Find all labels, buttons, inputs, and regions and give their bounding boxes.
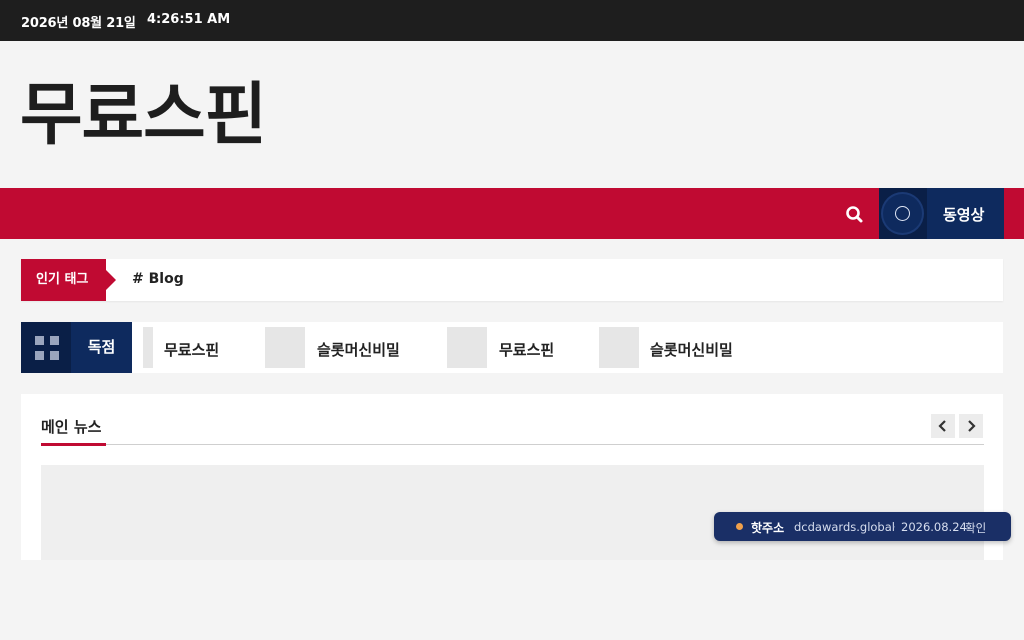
slider-next-button[interactable]	[959, 414, 983, 438]
video-button[interactable]: 동영상	[879, 188, 1004, 239]
toast-domain: dcdawards.global	[794, 520, 895, 534]
video-label: 동영상	[943, 206, 985, 224]
site-title[interactable]: 무료스핀	[20, 76, 267, 156]
toast-confirm-link[interactable]: 확인	[965, 520, 986, 536]
section-title-underline	[41, 443, 106, 446]
top-bar: 2026년 08월 21일 4:26:51 AM	[0, 0, 1024, 41]
circle-icon-inner	[895, 206, 910, 221]
chevron-right-icon	[968, 420, 976, 432]
search-button[interactable]	[840, 201, 868, 227]
status-dot	[736, 523, 743, 530]
grid-icon	[35, 336, 59, 360]
exclusive-item-label: 슬롯머신비밀	[650, 341, 733, 359]
search-icon	[846, 206, 863, 223]
toast-separator: ·	[892, 520, 896, 534]
toast-date: 2026.08.24	[901, 520, 967, 534]
exclusive-label: 독점	[71, 322, 132, 373]
current-time: 4:26:51 AM	[147, 12, 231, 27]
exclusive-item[interactable]: 무료스핀	[143, 327, 253, 368]
exclusive-icon-box	[21, 322, 71, 373]
exclusive-item-label: 무료스핀	[499, 341, 555, 359]
popular-tags-bar: 인기 태그 # Blog	[21, 259, 1003, 301]
exclusive-item-label: 슬롯머신비밀	[317, 341, 400, 359]
thumbnail	[599, 327, 639, 368]
popular-tags-label: 인기 태그	[21, 259, 116, 301]
thumbnail	[143, 327, 153, 368]
thumbnail	[265, 327, 305, 368]
hot-address-toast[interactable]: 핫주소 dcdawards.global · 2026.08.24 확인	[714, 512, 1011, 541]
exclusive-item[interactable]: 무료스핀	[447, 327, 587, 368]
section-divider	[41, 444, 984, 445]
toast-label: 핫주소	[751, 521, 785, 535]
video-icon-wrap	[879, 188, 927, 239]
exclusive-item-label: 무료스핀	[164, 341, 220, 359]
chevron-left-icon	[938, 420, 946, 432]
exclusive-item[interactable]: 슬롯머신비밀	[265, 327, 435, 368]
section-title: 메인 뉴스	[41, 418, 102, 436]
tag-blog[interactable]: # Blog	[132, 271, 184, 287]
slider-prev-button[interactable]	[931, 414, 955, 438]
exclusive-item[interactable]: 슬롯머신비밀	[599, 327, 769, 368]
circle-icon	[883, 194, 922, 233]
main-nav: 동영상	[0, 188, 1024, 239]
exclusive-bar: 독점 무료스핀 슬롯머신비밀 무료스핀 슬롯머신비밀	[21, 322, 1003, 373]
thumbnail	[447, 327, 487, 368]
current-date: 2026년 08월 21일	[21, 16, 136, 31]
